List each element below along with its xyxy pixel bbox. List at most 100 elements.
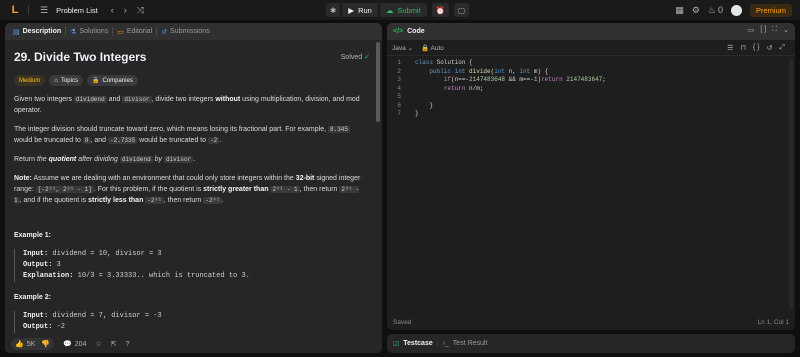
submit-button[interactable]: ☁ Submit [379, 3, 427, 17]
run-label: Run [358, 5, 372, 15]
tab-label: Editorial [126, 28, 153, 35]
list-icon[interactable]: ☰ [40, 5, 48, 16]
code-line[interactable]: 3 if (n== -2147483648 && m== -1) return 2147… [387, 76, 795, 85]
streak-counter[interactable]: ♨ 0 [708, 5, 723, 16]
maximize-icon[interactable]: ⛶ [772, 26, 777, 34]
inline-code: 2³¹ - 1 [270, 186, 300, 193]
editor-scrollbar[interactable] [789, 59, 793, 309]
debug-button[interactable]: ✱ [326, 3, 341, 17]
avatar[interactable] [730, 4, 742, 16]
timer-button[interactable]: ⏰ [431, 3, 450, 17]
reset-icon[interactable]: ↺ [767, 44, 773, 52]
code-line[interactable]: 1 class Solution { [387, 59, 795, 68]
language-select[interactable]: Java ⌄ [392, 44, 413, 52]
thumbs-up-icon[interactable]: 👍 [15, 340, 24, 348]
logo[interactable]: L [8, 3, 22, 17]
bold-text: Note: [14, 175, 32, 182]
bookmark-icon[interactable]: ⊓ [740, 44, 745, 52]
shuffle-icon[interactable]: ⤨ [137, 5, 144, 16]
like-count: 5K [26, 340, 36, 348]
tab-editorial[interactable]: ▭ Editorial [113, 28, 156, 36]
code-line[interactable]: 6 } [387, 102, 795, 111]
code-title: Code [407, 28, 425, 35]
format-icon[interactable]: ☰ [727, 44, 733, 52]
problem-content: 29. Divide Two Integers Solved ✓ Medium … [5, 40, 374, 335]
share-icon[interactable]: ⇱ [111, 340, 117, 348]
inline-code: 8 [82, 137, 91, 144]
label: Input: [23, 312, 49, 320]
solved-status: Solved ✓ [341, 53, 370, 61]
code-line[interactable]: 2 public int divide(int n, int m) { [387, 68, 795, 77]
bug-icon: ✱ [330, 5, 337, 15]
tab-test-result[interactable]: Test Result [453, 340, 488, 347]
star-icon[interactable]: ☆ [95, 340, 101, 348]
description-paragraph: Return the quotient after dividing divid… [14, 154, 365, 165]
brackets-icon[interactable]: [ ] [760, 26, 766, 34]
scrollbar-thumb[interactable] [376, 42, 380, 122]
scrollbar[interactable] [376, 42, 380, 350]
companies-button[interactable]: 🔒 Companies [86, 75, 138, 86]
note-paragraph: Note: Assume we are dealing with an envi… [14, 173, 365, 206]
like-dislike: 👍 5K 👎 [11, 338, 54, 350]
code-token: -1 [530, 76, 538, 83]
chevron-right-icon[interactable]: › [124, 5, 127, 15]
auto-toggle[interactable]: 🔒 Auto [421, 44, 444, 52]
auto-label: Auto [430, 44, 444, 52]
description-paragraph: Given two integers dividend and divisor,… [14, 94, 365, 116]
code-token: divide [469, 67, 491, 75]
premium-button[interactable]: Premium [749, 3, 792, 17]
code-line[interactable]: 7} [387, 110, 795, 119]
fullscreen-icon[interactable]: ⤢ [779, 44, 785, 52]
line-number: 3 [397, 76, 401, 83]
code-editor[interactable]: 1 class Solution {2 public int divide(int… [387, 59, 795, 309]
flask-icon: ⚗ [70, 28, 77, 36]
text: , divide two integers [151, 96, 216, 103]
code-line[interactable]: 5 [387, 93, 795, 102]
italic-text: by [152, 156, 164, 163]
chevron-left-icon[interactable]: ‹ [111, 5, 114, 15]
layout-icon[interactable]: ▭ [748, 26, 755, 34]
example-block: Input: dividend = 7, divisor = -3 Output… [14, 311, 365, 333]
run-button[interactable]: ▶ Run [342, 3, 378, 17]
code-line[interactable]: 4 return n/m; [387, 85, 795, 94]
topics-button[interactable]: ⌂ Topics [49, 75, 83, 86]
top-bar: L ☰ Problem List ‹ › ⤨ ✱ ▶ Run ☁ Submit … [0, 0, 800, 20]
tab-label: Solutions [79, 28, 109, 35]
brackets-icon[interactable]: { } [753, 44, 760, 52]
text: , and [90, 137, 109, 144]
tab-solutions[interactable]: ⚗ Solutions [66, 28, 112, 36]
line-number: 1 [397, 59, 401, 66]
code-header: </> Code [387, 23, 795, 40]
inline-code: -2³¹ [145, 197, 164, 204]
text: Assume we are dealing with an environmen… [31, 175, 296, 182]
description-panel: ▤ Description ⚗ Solutions ▭ Editorial ↺ … [5, 23, 382, 353]
language-label: Java [392, 44, 406, 52]
notes-button[interactable]: ▢ [454, 3, 470, 17]
text: . [219, 137, 222, 144]
help-icon[interactable]: ? [126, 341, 130, 348]
example-line: Output: 3 [23, 260, 365, 271]
line-number: 5 [397, 93, 401, 100]
gear-icon[interactable]: ⚙ [692, 5, 700, 16]
chevron-down-icon[interactable]: ⌄ [783, 26, 789, 34]
line-number: 2 [397, 67, 401, 75]
problem-list-link[interactable]: Problem List [56, 6, 98, 15]
code-token: n, [508, 67, 520, 75]
saved-status: Saved [393, 318, 412, 326]
thumbs-down-icon[interactable]: 👎 [41, 340, 50, 348]
label: Explanation: [23, 272, 74, 280]
run-submit-group: ✱ ▶ Run ☁ Submit ⏰ ▢ [326, 3, 470, 17]
bold-text: strictly greater than [203, 186, 269, 193]
tab-testcase[interactable]: Testcase [403, 340, 432, 347]
layout-icon[interactable]: ▦ [675, 5, 684, 16]
comments-button[interactable]: 💬 204 [63, 340, 86, 349]
text: , and if the quotient is [19, 197, 89, 204]
label: Output: [23, 261, 53, 269]
bold-text: 32-bit [295, 175, 315, 182]
tab-description[interactable]: ▤ Description [9, 28, 65, 36]
tab-submissions[interactable]: ↺ Submissions [157, 28, 214, 36]
page-title: 29. Divide Two Integers [14, 50, 147, 64]
text: . [221, 197, 224, 204]
cursor-position: Ln 1, Col 1 [757, 318, 789, 326]
difficulty-badge: Medium [14, 75, 46, 86]
